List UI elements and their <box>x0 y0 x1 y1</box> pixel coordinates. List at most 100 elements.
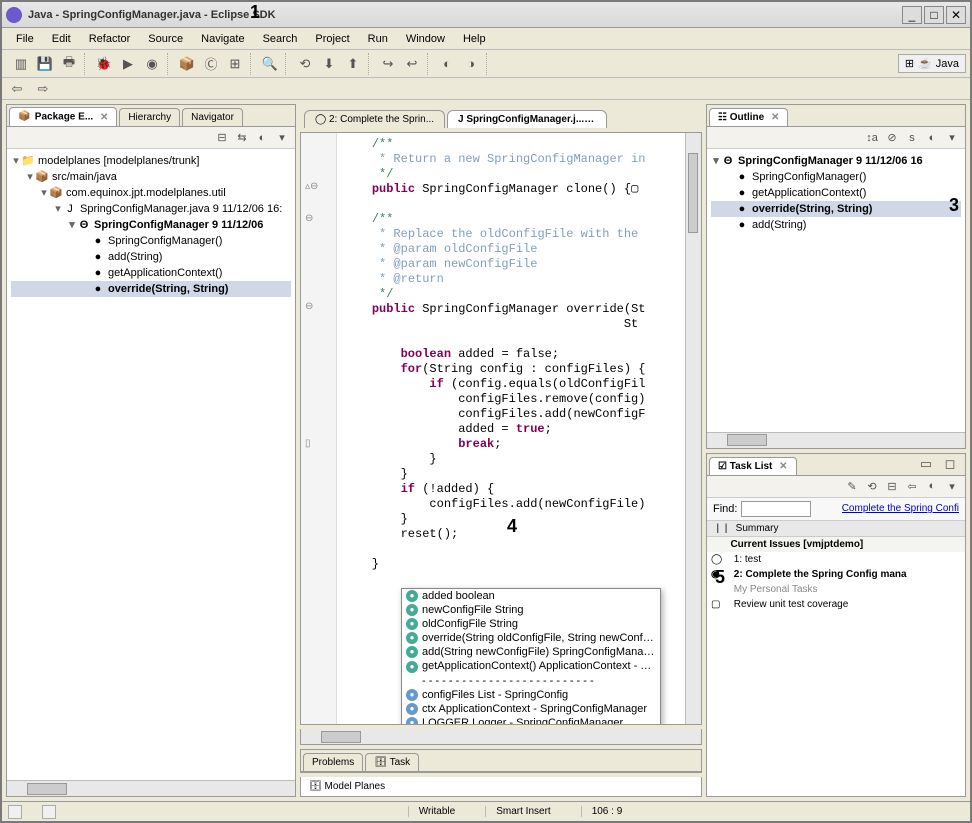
maximize-button[interactable]: □ <box>924 6 944 24</box>
editor-h-scrollbar[interactable] <box>300 729 702 745</box>
newpkg-icon[interactable]: 📦 <box>176 53 198 75</box>
tree-node[interactable]: ▾📦 src/main/java <box>11 169 291 185</box>
new-icon[interactable]: ▥ <box>10 53 32 75</box>
task-row[interactable]: ◉ 2: Complete the Spring Config mana <box>707 567 965 582</box>
task-row[interactable]: ▢ Review unit test coverage <box>707 597 965 612</box>
close-icon[interactable]: ✕ <box>779 461 787 472</box>
extrun-icon[interactable]: ◉ <box>141 53 163 75</box>
tree-node[interactable]: ● add(String) <box>711 217 961 233</box>
menu-project[interactable]: Project <box>307 31 357 47</box>
completion-item[interactable]: ●oldConfigFile String <box>402 617 660 631</box>
task-focus-icon[interactable]: ◑ <box>460 53 482 75</box>
v-scrollbar[interactable] <box>685 133 701 724</box>
next-annotation-icon[interactable]: ↪ <box>377 53 399 75</box>
collapse-all-icon[interactable]: ⊟ <box>213 129 231 147</box>
task-row[interactable]: My Personal Tasks <box>707 582 965 597</box>
tab-problems[interactable]: Problems <box>303 753 363 771</box>
menu-edit[interactable]: Edit <box>44 31 79 47</box>
tab-navigator[interactable]: Navigator <box>182 108 243 126</box>
link-editor-icon[interactable]: ⇆ <box>233 129 251 147</box>
forward-icon[interactable]: ⇨ <box>32 78 54 100</box>
tree-node[interactable]: ● SpringConfigManager() <box>11 233 291 249</box>
outline-tree[interactable]: 3 ▾Θ SpringConfigManager 9 11/12/06 16● … <box>707 149 965 432</box>
sync-icon[interactable]: ⟲ <box>294 53 316 75</box>
tab-tasklist[interactable]: ☑ Task List ✕ <box>709 457 797 475</box>
tree-node[interactable]: ▾Θ SpringConfigManager 9 11/12/06 16 <box>711 153 961 169</box>
debug-icon[interactable]: 🐞 <box>93 53 115 75</box>
tree-node[interactable]: ▾📦 com.equinox.jpt.modelplanes.util <box>11 185 291 201</box>
history-back-icon[interactable]: ⇦ <box>903 477 921 495</box>
repo-row[interactable]: 🗄 Model Planes <box>300 777 702 797</box>
run-icon[interactable]: ▶ <box>117 53 139 75</box>
focus-task-icon[interactable]: ◐ <box>253 129 271 147</box>
h-scrollbar[interactable] <box>7 780 295 796</box>
task-group[interactable]: Current Issues [vmjptdemo] <box>707 537 965 552</box>
content-assist-popup[interactable]: ●added boolean●newConfigFile String●oldC… <box>401 588 661 725</box>
task-context-icon[interactable]: ◐ <box>436 53 458 75</box>
hide-static-icon[interactable]: s <box>903 129 921 147</box>
minimize-button[interactable]: _ <box>902 6 922 24</box>
maximize-view-icon[interactable]: ◻ <box>939 453 961 475</box>
menu-source[interactable]: Source <box>140 31 191 47</box>
menu-search[interactable]: Search <box>255 31 306 47</box>
save-icon[interactable]: 💾 <box>34 53 56 75</box>
menu-run[interactable]: Run <box>360 31 396 47</box>
view-menu-icon[interactable]: ▾ <box>273 129 291 147</box>
close-button[interactable]: ✕ <box>946 6 966 24</box>
update-icon[interactable]: ⬆ <box>342 53 364 75</box>
tree-node[interactable]: ● getApplicationContext() <box>11 265 291 281</box>
view-menu-icon[interactable]: ▾ <box>943 477 961 495</box>
working-task-link[interactable]: Complete the Spring Confi <box>842 503 959 514</box>
task-tree[interactable]: Current Issues [vmjptdemo] 5 ◯ 1: test◉ … <box>707 537 965 797</box>
commit-icon[interactable]: ⬇ <box>318 53 340 75</box>
status-icon[interactable] <box>42 805 56 819</box>
new-task-icon[interactable]: ✎ <box>843 477 861 495</box>
package-explorer-tree[interactable]: 1 ▾📁 modelplanes [modelplanes/trunk]▾📦 s… <box>7 149 295 780</box>
completion-item[interactable]: ●override(String oldConfigFile, String n… <box>402 631 660 645</box>
refresh-icon[interactable]: ⟲ <box>863 477 881 495</box>
tree-node[interactable]: ● override(String, String) <box>711 201 961 217</box>
marker-icon[interactable]: ▯ <box>305 438 311 449</box>
focus-icon[interactable]: ◐ <box>923 129 941 147</box>
close-icon[interactable]: ✕ <box>771 112 779 123</box>
menu-navigate[interactable]: Navigate <box>193 31 252 47</box>
task-row[interactable]: ◯ 1: test <box>707 552 965 567</box>
collapse-icon[interactable]: ⊟ <box>883 477 901 495</box>
perspective-switcher[interactable]: ⊞ ☕ Java <box>898 54 966 73</box>
opentype-icon[interactable]: ⊞ <box>224 53 246 75</box>
close-icon[interactable]: ✕ <box>100 112 108 123</box>
newclass-icon[interactable]: Ⓒ <box>200 53 222 75</box>
tab-task-repos[interactable]: 🗄 Task <box>365 753 419 771</box>
java-editor[interactable]: ▵⊖ ⊖ ⊖ ▯ /** * Return a new SpringConfig… <box>300 132 702 725</box>
completion-item[interactable]: ●newConfigFile String <box>402 603 660 617</box>
tree-node[interactable]: ● override(String, String) <box>11 281 291 297</box>
menu-refactor[interactable]: Refactor <box>81 31 139 47</box>
minimize-view-icon[interactable]: ▭ <box>915 453 937 475</box>
print-icon[interactable]: 🖶 <box>58 53 80 75</box>
menu-window[interactable]: Window <box>398 31 453 47</box>
menu-help[interactable]: Help <box>455 31 494 47</box>
completion-item[interactable]: ●added boolean <box>402 589 660 603</box>
fold-icon[interactable]: ▵⊖ <box>305 181 318 192</box>
status-icon[interactable] <box>8 805 22 819</box>
tab-hierarchy[interactable]: Hierarchy <box>119 108 180 126</box>
completion-item[interactable]: ●add(String newConfigFile) SpringConfigM… <box>402 645 660 659</box>
fold-icon[interactable]: ⊖ <box>305 301 313 312</box>
task-header[interactable]: | | Summary <box>707 521 965 537</box>
tree-node[interactable]: ▾Θ SpringConfigManager 9 11/12/06 <box>11 217 291 233</box>
editor-gutter[interactable]: ▵⊖ ⊖ ⊖ ▯ <box>301 133 337 724</box>
completion-item[interactable]: ●LOGGER Logger - SpringConfigManager <box>402 716 660 725</box>
editor-tab-task[interactable]: ◯ 2: Complete the Sprin... <box>304 110 445 128</box>
search-icon[interactable]: 🔍 <box>259 53 281 75</box>
tree-node[interactable]: ● getApplicationContext() <box>711 185 961 201</box>
hide-fields-icon[interactable]: ⊘ <box>883 129 901 147</box>
focus-workweek-icon[interactable]: ◐ <box>923 477 941 495</box>
completion-item[interactable]: ●configFiles List - SpringConfig <box>402 688 660 702</box>
tab-outline[interactable]: ☷ Outline ✕ <box>709 108 788 126</box>
find-input[interactable] <box>741 501 811 517</box>
prev-annotation-icon[interactable]: ↩ <box>401 53 423 75</box>
sort-icon[interactable]: ↕a <box>863 129 881 147</box>
tree-node[interactable]: ▾📁 modelplanes [modelplanes/trunk] <box>11 153 291 169</box>
open-perspective-icon[interactable]: ⊞ <box>905 57 914 70</box>
completion-item[interactable]: ●getApplicationContext() ApplicationCont… <box>402 659 660 673</box>
